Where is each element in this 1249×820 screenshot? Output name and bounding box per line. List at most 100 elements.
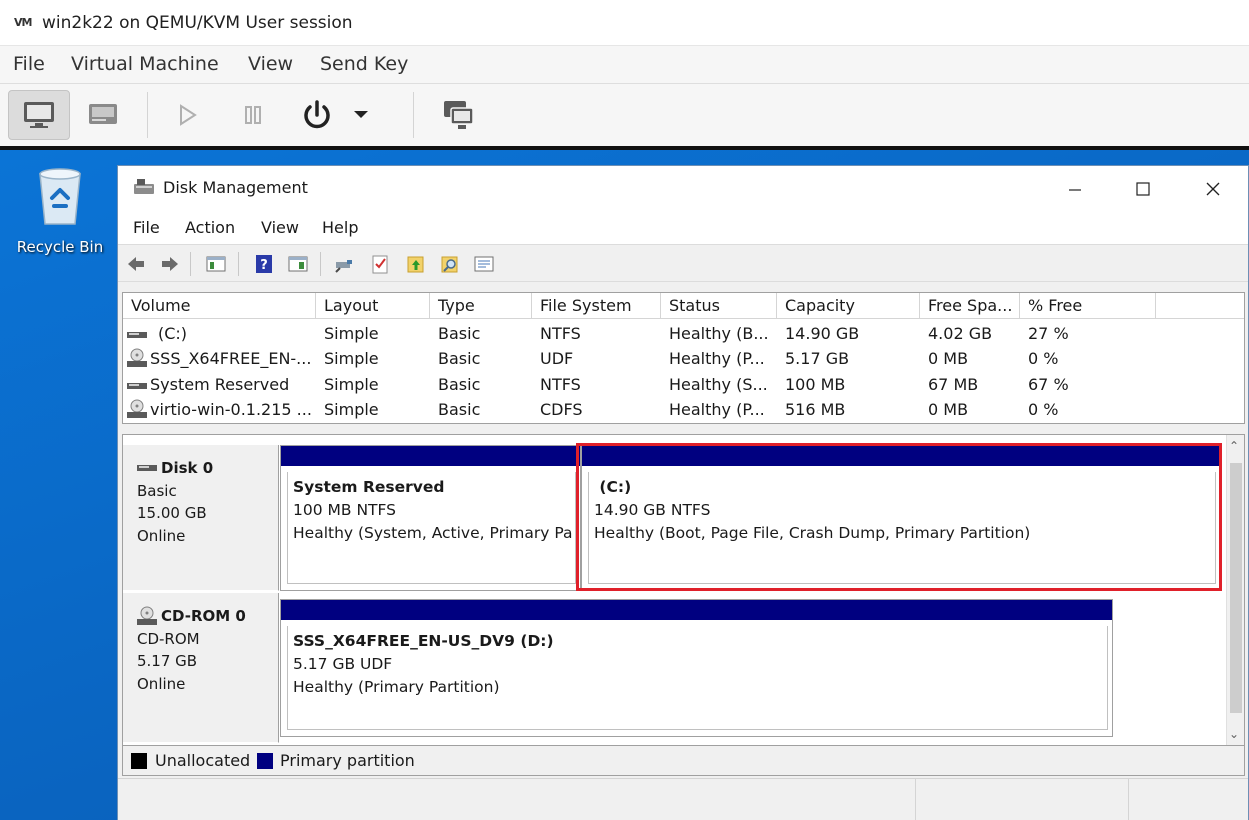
partition-size: 100 MB NTFS [293, 501, 396, 519]
unallocated-swatch [131, 753, 147, 769]
shutdown-menu-button[interactable] [346, 90, 376, 140]
column-header-capacity[interactable]: Capacity [777, 293, 920, 319]
minimize-button[interactable] [1052, 174, 1098, 204]
host-toolbar [0, 84, 1249, 146]
volume-capacity: 14.90 GB [785, 324, 860, 343]
volume-capacity: 5.17 GB [785, 349, 850, 368]
scroll-thumb[interactable] [1230, 463, 1242, 713]
connect-icon[interactable] [334, 254, 354, 274]
list-properties-icon[interactable] [474, 254, 494, 274]
volume-capacity: 100 MB [785, 375, 846, 394]
host-window-title: win2k22 on QEMU/KVM User session [42, 13, 353, 33]
volume-name: System Reserved [150, 375, 290, 394]
legend-primary-partition: Primary partition [280, 751, 415, 770]
show-hide-console-tree-icon[interactable] [206, 254, 226, 274]
partition-name: System Reserved [293, 478, 445, 496]
recycle-bin[interactable]: Recycle Bin [14, 164, 106, 256]
volume-row[interactable]: System Reserved Simple Basic NTFS Health… [123, 373, 1244, 398]
host-menubar: File Virtual Machine View Send Key [0, 46, 1249, 84]
disk-state: Online [137, 526, 186, 545]
recycle-bin-label: Recycle Bin [16, 238, 104, 256]
fullscreen-button[interactable] [428, 90, 490, 140]
partition-size: 5.17 GB UDF [293, 655, 393, 673]
dm-menu-help[interactable]: Help [322, 218, 358, 237]
volume-free-space: 0 MB [928, 400, 969, 419]
volume-type: Basic [438, 400, 481, 419]
volume-percent-free: 0 % [1028, 349, 1059, 368]
search-folder-icon[interactable] [440, 254, 460, 274]
partition-status: Healthy (System, Active, Primary Pa [293, 524, 573, 542]
volume-row[interactable]: SSS_X64FREE_EN-... Simple Basic UDF Heal… [123, 347, 1244, 372]
maximize-button[interactable] [1120, 174, 1166, 204]
virt-manager-logo-icon: VM [14, 16, 32, 29]
disk-management-icon [133, 178, 155, 200]
close-button[interactable] [1190, 174, 1236, 204]
partition-d-drive[interactable]: SSS_X64FREE_EN-US_DV9 (D:) 5.17 GB UDF H… [280, 599, 1113, 737]
drive-icon [127, 383, 147, 389]
volume-percent-free: 0 % [1028, 400, 1059, 419]
volume-row[interactable]: (C:) Simple Basic NTFS Healthy (B... 14.… [123, 322, 1244, 347]
volume-status: Healthy (B... [669, 324, 769, 343]
toolbar-separator [413, 92, 414, 138]
primary-partition-bar [281, 446, 580, 466]
scroll-up-icon[interactable]: ⌃ [1229, 439, 1239, 453]
volume-file-system: NTFS [540, 324, 581, 343]
volume-status: Healthy (P... [669, 349, 765, 368]
volume-row[interactable]: virtio-win-0.1.215 ... Simple Basic CDFS… [123, 398, 1244, 423]
dm-menu-file[interactable]: File [133, 218, 160, 237]
dm-menu-action[interactable]: Action [185, 218, 235, 237]
host-menu-send-key[interactable]: Send Key [320, 53, 408, 75]
checklist-icon[interactable] [370, 254, 390, 274]
drive-icon [127, 332, 147, 338]
volume-free-space: 0 MB [928, 349, 969, 368]
column-header-type[interactable]: Type [430, 293, 532, 319]
scroll-down-icon[interactable]: ⌄ [1229, 727, 1239, 741]
column-header-status[interactable]: Status [661, 293, 777, 319]
pause-button[interactable] [222, 90, 284, 140]
disk-0-label[interactable]: Disk 0 Basic 15.00 GB Online [123, 445, 279, 591]
power-icon [304, 100, 330, 129]
graph-vertical-scrollbar[interactable]: ⌃ ⌄ [1226, 435, 1244, 745]
volume-free-space: 4.02 GB [928, 324, 993, 343]
shutdown-button[interactable] [286, 90, 348, 140]
fullscreen-icon [444, 101, 474, 129]
column-header-free-space[interactable]: Free Spa... [920, 293, 1020, 319]
column-header-volume[interactable]: Volume [123, 293, 316, 319]
host-menu-view[interactable]: View [248, 53, 293, 75]
back-arrow-icon[interactable] [126, 254, 146, 274]
partition-system-reserved[interactable]: System Reserved 100 MB NTFS Healthy (Sys… [280, 445, 581, 591]
disk-type: CD-ROM [137, 629, 200, 648]
forward-arrow-icon[interactable] [160, 254, 180, 274]
column-header-percent-free[interactable]: % Free [1020, 293, 1156, 319]
primary-partition-swatch [257, 753, 273, 769]
host-menu-file[interactable]: File [13, 53, 45, 75]
partition-name: SSS_X64FREE_EN-US_DV9 (D:) [293, 632, 554, 650]
volume-name: (C:) [158, 324, 188, 343]
run-button[interactable] [156, 90, 218, 140]
dm-toolbar: ? [118, 244, 1248, 282]
legend-unallocated: Unallocated [155, 751, 251, 770]
show-details-button[interactable] [72, 90, 134, 140]
toolbar-separator [238, 252, 239, 276]
volume-file-system: UDF [540, 349, 574, 368]
disk-state: Online [137, 674, 186, 693]
host-menu-virtual-machine[interactable]: Virtual Machine [71, 53, 219, 75]
cdrom-0-label[interactable]: CD-ROM 0 CD-ROM 5.17 GB Online [123, 593, 279, 743]
volume-layout: Simple [324, 324, 379, 343]
column-header-layout[interactable]: Layout [316, 293, 430, 319]
volume-percent-free: 67 % [1028, 375, 1069, 394]
volume-layout: Simple [324, 375, 379, 394]
details-icon [89, 104, 117, 124]
show-console-button[interactable] [8, 90, 70, 140]
volume-layout: Simple [324, 400, 379, 419]
volume-file-system: NTFS [540, 375, 581, 394]
toolbar-separator [147, 92, 148, 138]
folder-up-icon[interactable] [406, 254, 426, 274]
properties-pane-icon[interactable] [288, 254, 308, 274]
column-header-file-system[interactable]: File System [532, 293, 661, 319]
help-icon[interactable]: ? [254, 254, 274, 274]
status-bar [118, 778, 1248, 820]
dm-menu-view[interactable]: View [261, 218, 299, 237]
partition-status: Healthy (Primary Partition) [293, 678, 500, 696]
toolbar-separator [190, 252, 191, 276]
